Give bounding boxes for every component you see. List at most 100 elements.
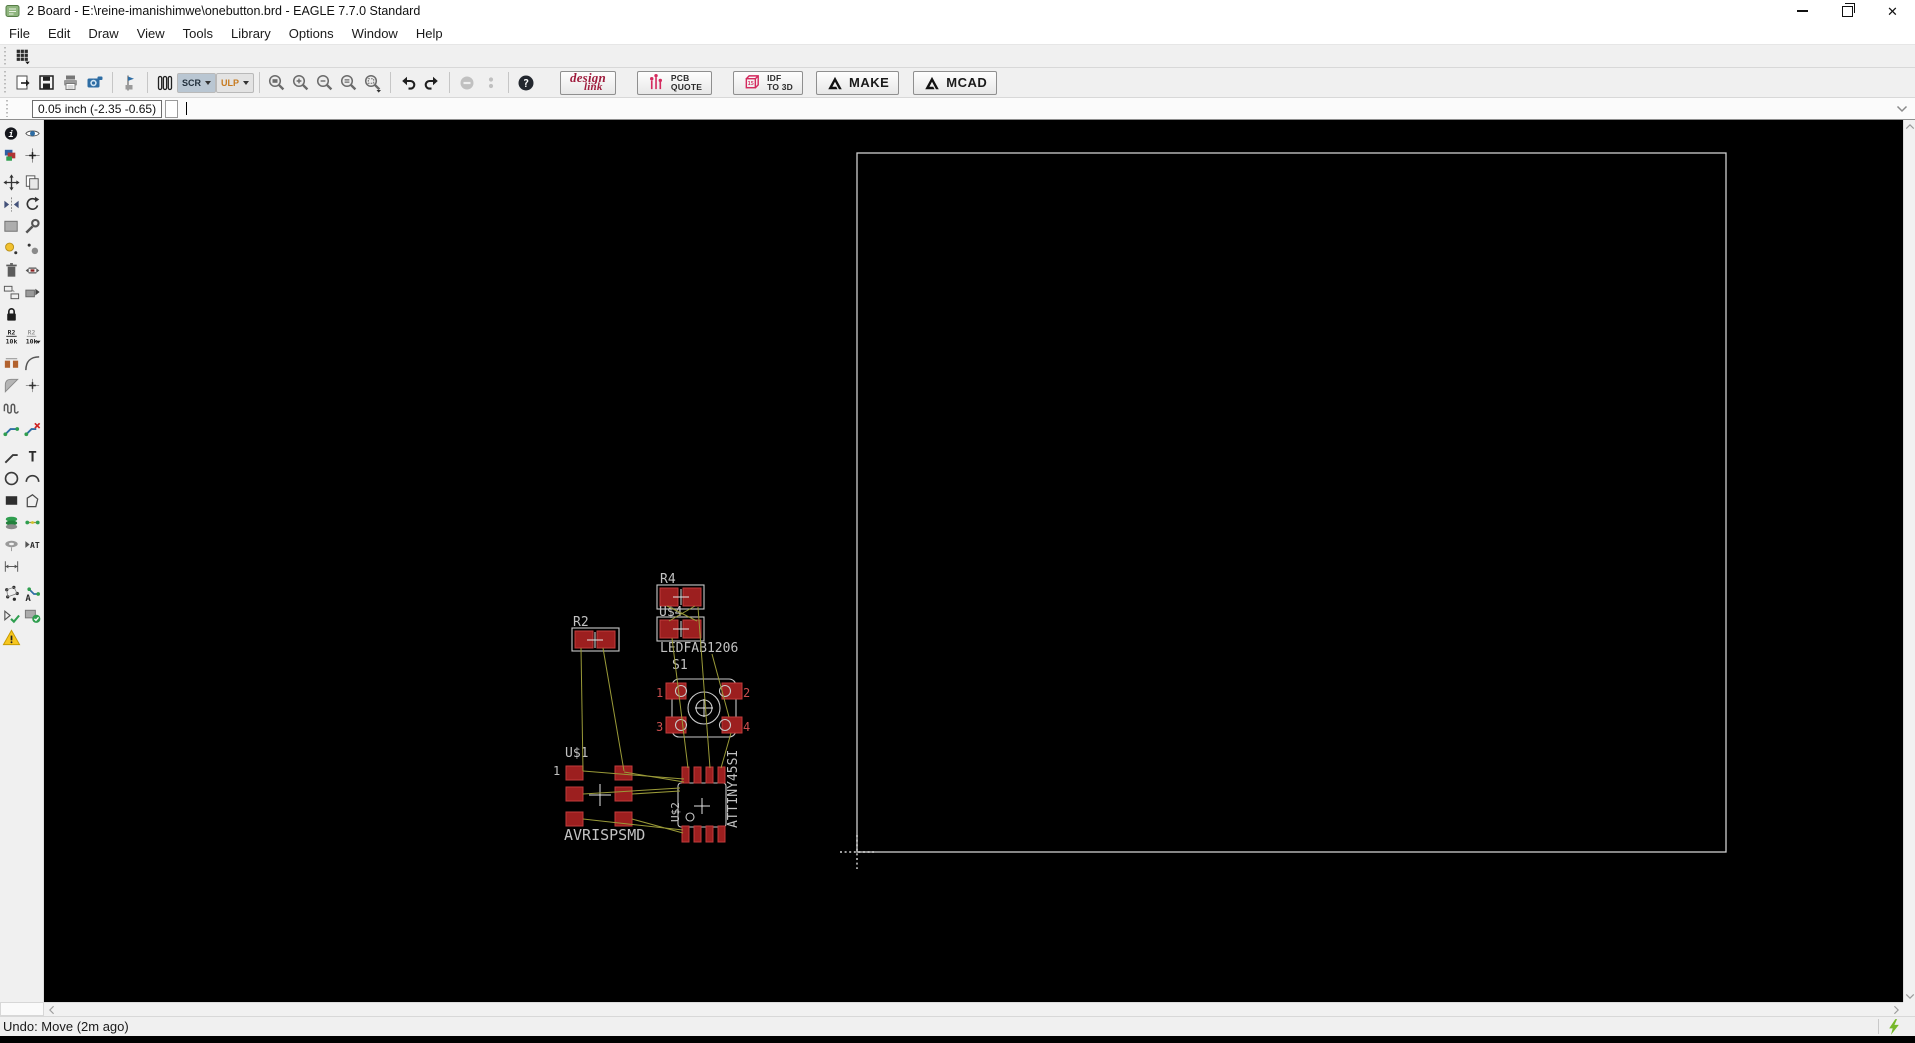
stop-button[interactable]: [455, 71, 479, 95]
command-bar: 0.05 inch (-2.35 -0.65): [0, 98, 1915, 120]
polygon-tool-button[interactable]: [23, 490, 44, 511]
scroll-down-arrow[interactable]: [1903, 990, 1915, 1002]
smash-tool-button[interactable]: [1, 282, 22, 303]
group-tool-button[interactable]: [1, 216, 22, 237]
redo-button[interactable]: [420, 71, 444, 95]
name-tool-button[interactable]: R2 10k: [1, 326, 22, 347]
signal-icon: [25, 520, 40, 524]
run-ulp-button[interactable]: ULP: [216, 72, 255, 93]
change-tool-button[interactable]: [23, 216, 44, 237]
use-library-icon: [157, 75, 173, 90]
display-tool-button[interactable]: [1, 145, 22, 166]
command-input[interactable]: [178, 100, 1891, 118]
errors-tool-button[interactable]: [23, 605, 44, 626]
undo-button[interactable]: [396, 71, 420, 95]
miter-tool-button[interactable]: [23, 353, 44, 374]
delete-tool-button[interactable]: [1, 260, 22, 281]
zoom-fit-button[interactable]: [265, 71, 289, 95]
component-R2[interactable]: R2: [571, 615, 620, 652]
move-tool-button[interactable]: [1, 172, 22, 193]
mcad-button[interactable]: MCAD: [913, 70, 998, 95]
palette-row: [0, 171, 43, 193]
menu-library[interactable]: Library: [222, 22, 280, 44]
go-button[interactable]: [479, 71, 503, 95]
menu-tools[interactable]: Tools: [174, 22, 222, 44]
use-library-button[interactable]: [153, 71, 177, 95]
ripup-tool-button[interactable]: [23, 419, 44, 440]
arc-tool-button[interactable]: [23, 468, 44, 489]
restore-button[interactable]: [1825, 0, 1870, 22]
dimension-tool-button[interactable]: [1, 556, 22, 577]
autorouter-tool-button[interactable]: A: [23, 583, 44, 604]
warning-tool-button[interactable]: [1, 627, 22, 648]
hole-tool-button[interactable]: [1, 534, 22, 555]
show-tool-button[interactable]: [23, 123, 44, 144]
menu-file[interactable]: File: [0, 22, 39, 44]
zoom-select-button[interactable]: [361, 71, 385, 95]
scroll-right-arrow[interactable]: [1889, 1004, 1903, 1016]
vertical-scrollbar[interactable]: [1903, 120, 1915, 1002]
zoom-in-button[interactable]: [289, 71, 313, 95]
close-button[interactable]: ✕: [1870, 0, 1915, 22]
grid-button[interactable]: [11, 44, 35, 68]
ratsnest-tool-button[interactable]: [1, 583, 22, 604]
info-tool-button[interactable]: i: [1, 123, 22, 144]
minimize-button[interactable]: [1780, 0, 1825, 22]
cam-processor-button[interactable]: [83, 71, 107, 95]
command-history-dropdown[interactable]: [1891, 100, 1913, 118]
bolt-icon[interactable]: [1887, 1018, 1901, 1036]
pcb-quote-button[interactable]: PCB QUOTE: [636, 70, 713, 95]
attribute-icon: AT: [25, 540, 40, 549]
scroll-up-arrow[interactable]: [1903, 120, 1915, 132]
scroll-left-arrow[interactable]: [44, 1004, 58, 1016]
design-link-button[interactable]: design link: [560, 70, 616, 95]
menu-window[interactable]: Window: [343, 22, 407, 44]
board-outline[interactable]: [856, 152, 1727, 853]
paste-tool-button[interactable]: [23, 238, 44, 259]
menu-draw[interactable]: Draw: [79, 22, 127, 44]
rotate-tool-button[interactable]: [23, 194, 44, 215]
component-U_2[interactable]: U$2 ATTINY45SI: [669, 750, 741, 843]
copy-tool-button[interactable]: [23, 172, 44, 193]
component-U_1[interactable]: U$1 AVRISPSMD 1: [553, 746, 645, 844]
mirror-tool-button[interactable]: [1, 194, 22, 215]
component-R4[interactable]: R4: [656, 572, 705, 610]
script-button[interactable]: SCR: [177, 72, 217, 93]
errors-icon: [25, 609, 41, 623]
component-U_4[interactable]: U$4LEDFAB1206: [656, 605, 738, 656]
print-button[interactable]: [59, 71, 83, 95]
attribute-tool-button[interactable]: AT: [23, 534, 44, 555]
flag-button[interactable]: [118, 71, 142, 95]
zoom-out-button[interactable]: [313, 71, 337, 95]
pinswap-tool-button[interactable]: [23, 260, 44, 281]
menu-edit[interactable]: Edit: [39, 22, 79, 44]
menu-options[interactable]: Options: [280, 22, 343, 44]
board-canvas[interactable]: R2 R4 U$4 LEDFAB1206 S1 1 2 3 4 U$1 AVRISPSMD 1 U$2 A…: [44, 120, 1903, 1002]
idf-to-3d-button[interactable]: 15 IDF TO 3D: [733, 70, 804, 95]
mark-tool-button[interactable]: [23, 145, 44, 166]
lock-tool-button[interactable]: [1, 304, 22, 325]
cut-tool-button[interactable]: [1, 238, 22, 259]
via-tool-button[interactable]: [1, 512, 22, 533]
signal-tool-button[interactable]: [23, 512, 44, 533]
route-tool-button[interactable]: [1, 419, 22, 440]
circle-tool-button[interactable]: [1, 468, 22, 489]
replace-tool-button[interactable]: [23, 282, 44, 303]
optimize-tool-button[interactable]: [23, 375, 44, 396]
make-button[interactable]: MAKE: [816, 70, 900, 95]
help-button[interactable]: ?: [514, 71, 538, 95]
menu-view[interactable]: View: [128, 22, 174, 44]
text-tool-button[interactable]: T: [23, 446, 44, 467]
smd-tool-button[interactable]: [1, 353, 22, 374]
value-tool-button[interactable]: R2 10k: [23, 326, 44, 347]
wire-tool-button[interactable]: [1, 446, 22, 467]
horizontal-scrollbar[interactable]: [44, 1002, 1903, 1016]
zoom-redraw-button[interactable]: [337, 71, 361, 95]
drc-tool-button[interactable]: [1, 605, 22, 626]
menu-help[interactable]: Help: [407, 22, 452, 44]
split-tool-button[interactable]: [1, 375, 22, 396]
save-button[interactable]: [35, 71, 59, 95]
meander-tool-button[interactable]: [1, 397, 22, 418]
rect-tool-button[interactable]: [1, 490, 22, 511]
open-button[interactable]: [11, 71, 35, 95]
